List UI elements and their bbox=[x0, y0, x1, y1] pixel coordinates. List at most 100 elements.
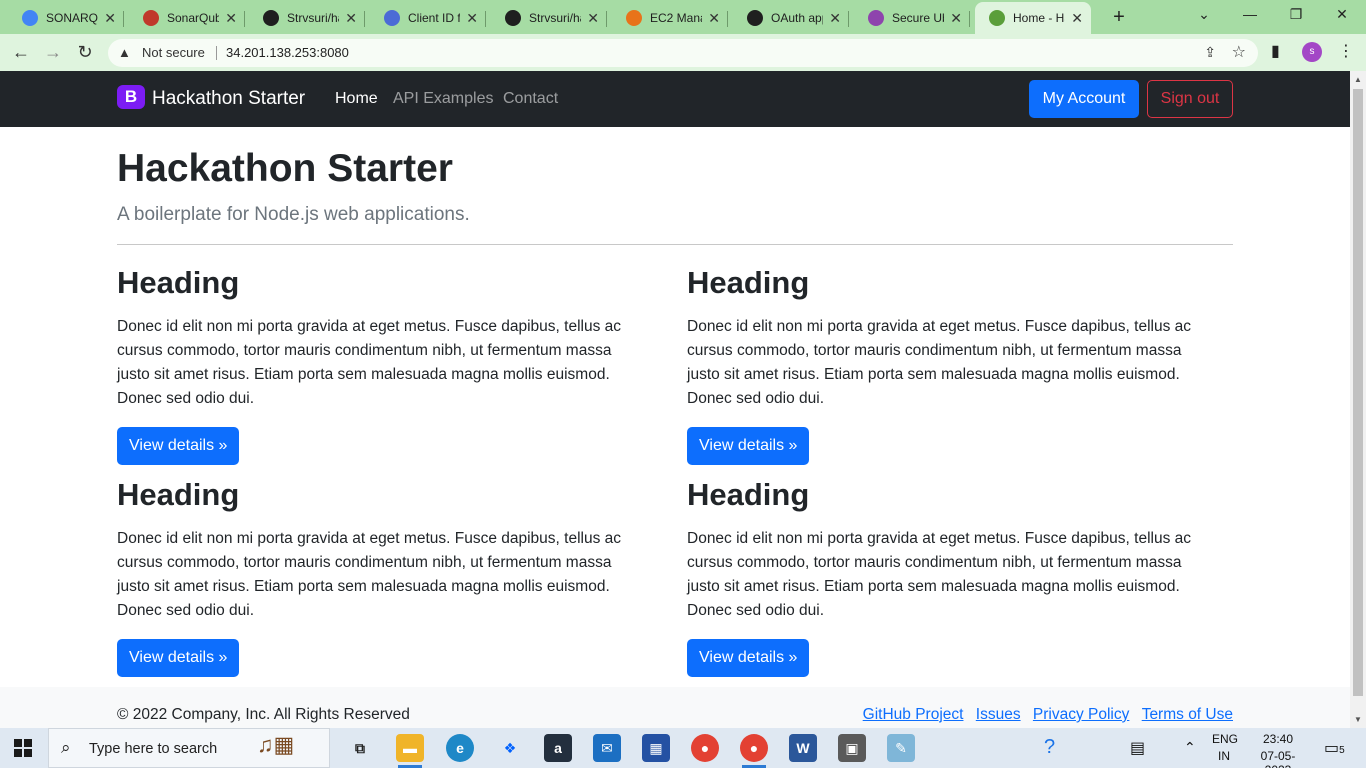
footer-link-issues[interactable]: Issues bbox=[976, 706, 1021, 723]
node-icon bbox=[989, 10, 1005, 26]
tray-chevron-icon[interactable]: ⌃ bbox=[1184, 739, 1196, 768]
task-view-icon[interactable]: ⧉ bbox=[346, 734, 374, 762]
word-icon[interactable]: W bbox=[789, 734, 817, 762]
close-tab-icon[interactable]: ✕ bbox=[1071, 10, 1083, 27]
view-details-button[interactable]: View details » bbox=[687, 427, 810, 465]
sonarqube-icon bbox=[143, 10, 159, 26]
taskbar-search-box[interactable]: ⌕ Type here to search ♫▦ bbox=[48, 728, 330, 768]
share-icon[interactable]: ⇪ bbox=[1204, 44, 1216, 61]
language-indicator[interactable]: ENG IN bbox=[1212, 732, 1238, 768]
not-secure-label[interactable]: Not secure bbox=[142, 45, 205, 60]
dropbox-icon[interactable]: ❖ bbox=[496, 734, 524, 762]
scroll-up-icon[interactable]: ▲ bbox=[1354, 75, 1362, 84]
browser-tab[interactable]: Secure Ubuntu ✕ bbox=[854, 2, 970, 34]
browser-tab[interactable]: SonarQube ✕ bbox=[129, 2, 245, 34]
close-tab-icon[interactable]: ✕ bbox=[466, 10, 478, 27]
close-tab-icon[interactable]: ✕ bbox=[829, 10, 841, 27]
nav-link-contact[interactable]: Contact bbox=[503, 90, 558, 108]
warning-icon[interactable]: ▲ bbox=[118, 45, 131, 60]
tab-separator bbox=[364, 11, 365, 27]
nav-link-api-examples[interactable]: API Examples bbox=[393, 90, 493, 108]
search-placeholder[interactable]: Type here to search bbox=[89, 741, 217, 757]
close-tab-icon[interactable]: ✕ bbox=[587, 10, 599, 27]
notification-icon[interactable]: ▭5 bbox=[1324, 738, 1345, 768]
sign-out-button[interactable]: Sign out bbox=[1147, 80, 1233, 118]
clock-time[interactable]: 23:40 bbox=[1248, 732, 1308, 746]
browser-tab[interactable]: Home - Hackathon ✕ bbox=[975, 2, 1091, 34]
tab-title[interactable]: Home - Hackathon bbox=[1013, 11, 1065, 25]
view-details-button[interactable]: View details » bbox=[117, 427, 240, 465]
url-text[interactable]: 34.201.138.253:8080 bbox=[226, 45, 349, 60]
footer-link-github[interactable]: GitHub Project bbox=[863, 706, 964, 723]
terminal-icon[interactable]: ▣ bbox=[838, 734, 866, 762]
windows-start-icon[interactable] bbox=[14, 739, 32, 757]
tab-title[interactable]: SonarQube bbox=[167, 11, 219, 25]
tab-separator bbox=[485, 11, 486, 27]
tab-title[interactable]: Secure Ubuntu bbox=[892, 11, 944, 25]
address-bar[interactable]: ▲ Not secure 34.201.138.253:8080 ⇪ ☆ bbox=[108, 39, 1258, 67]
bookmark-star-icon[interactable]: ☆ bbox=[1232, 42, 1246, 62]
tab-title[interactable]: Strvsuri/hackathon bbox=[529, 11, 581, 25]
chrome-icon[interactable]: ● bbox=[691, 734, 719, 762]
footer-link-terms[interactable]: Terms of Use bbox=[1142, 706, 1233, 723]
page-scrollbar[interactable]: ▲ ▼ bbox=[1350, 71, 1366, 728]
page-title: Hackathon Starter bbox=[117, 147, 453, 190]
minimize-button[interactable]: — bbox=[1240, 6, 1260, 22]
amazon-icon[interactable]: a bbox=[544, 734, 572, 762]
nav-link-home[interactable]: Home bbox=[335, 90, 378, 108]
tab-title[interactable]: Client ID for bbox=[408, 11, 460, 25]
windows-taskbar: ⌕ Type here to search ♫▦ ⧉ ▬ e ❖ a ✉ ▦ ●… bbox=[0, 728, 1366, 768]
close-tab-icon[interactable]: ✕ bbox=[950, 10, 962, 27]
clock[interactable]: 23:40 07-05-2023 bbox=[1248, 732, 1308, 768]
new-tab-button[interactable]: + bbox=[1108, 6, 1130, 29]
scroll-thumb[interactable] bbox=[1353, 89, 1363, 696]
profile-avatar[interactable]: s bbox=[1302, 42, 1322, 62]
region-code[interactable]: IN bbox=[1218, 749, 1238, 763]
close-tab-icon[interactable]: ✕ bbox=[708, 10, 720, 27]
chrome-profile-icon[interactable]: ● bbox=[740, 734, 768, 768]
side-panel-icon[interactable]: ▮ bbox=[1271, 41, 1280, 61]
reload-icon[interactable]: ↻ bbox=[74, 41, 96, 63]
edge-icon[interactable]: e bbox=[446, 734, 474, 762]
close-window-button[interactable]: ✕ bbox=[1332, 6, 1352, 23]
browser-tab[interactable]: OAuth apps ✕ bbox=[733, 2, 849, 34]
forward-arrow-icon[interactable]: → bbox=[42, 41, 64, 63]
tab-search-button[interactable]: ⌄ bbox=[1194, 6, 1214, 23]
card-body: Donec id elit non mi porta gravida at eg… bbox=[687, 530, 1192, 619]
tab-title[interactable]: OAuth apps bbox=[771, 11, 823, 25]
notepad-icon[interactable]: ✎ bbox=[887, 734, 915, 762]
back-arrow-icon[interactable]: ← bbox=[10, 41, 32, 63]
bootstrap-logo-icon[interactable]: B bbox=[117, 85, 145, 109]
view-details-button[interactable]: View details » bbox=[687, 639, 810, 677]
card-body: Donec id elit non mi porta gravida at eg… bbox=[117, 318, 622, 407]
language-code[interactable]: ENG bbox=[1212, 732, 1238, 746]
tab-title[interactable]: Strvsuri/hackathon bbox=[287, 11, 339, 25]
tab-title[interactable]: SONARQUBE bbox=[46, 11, 98, 25]
browser-tab[interactable]: EC2 Management ✕ bbox=[612, 2, 728, 34]
browser-tab[interactable]: Strvsuri/hackathon ✕ bbox=[249, 2, 365, 34]
brand-name[interactable]: Hackathon Starter bbox=[152, 88, 305, 110]
close-tab-icon[interactable]: ✕ bbox=[225, 10, 237, 27]
browser-tab[interactable]: SONARQUBE ✕ bbox=[8, 2, 124, 34]
close-tab-icon[interactable]: ✕ bbox=[104, 10, 116, 27]
clock-date[interactable]: 07-05-2023 bbox=[1248, 749, 1308, 768]
scroll-down-icon[interactable]: ▼ bbox=[1354, 715, 1362, 724]
browser-tab[interactable]: Client ID for ✕ bbox=[370, 2, 486, 34]
secure-icon bbox=[868, 10, 884, 26]
input-indicator-icon[interactable]: ▤ bbox=[1130, 738, 1145, 768]
store-icon[interactable]: ▦ bbox=[642, 734, 670, 762]
restore-button[interactable]: ❐ bbox=[1286, 6, 1306, 23]
kebab-menu-icon[interactable]: ⋮ bbox=[1338, 41, 1354, 61]
tab-separator bbox=[123, 11, 124, 27]
view-details-button[interactable]: View details » bbox=[117, 639, 240, 677]
copyright-text: © 2022 Company, Inc. All Rights Reserved bbox=[117, 706, 410, 723]
tab-title[interactable]: EC2 Management bbox=[650, 11, 702, 25]
close-tab-icon[interactable]: ✕ bbox=[345, 10, 357, 27]
github-icon bbox=[747, 10, 763, 26]
browser-tab[interactable]: Strvsuri/hackathon ✕ bbox=[491, 2, 607, 34]
footer-link-privacy[interactable]: Privacy Policy bbox=[1033, 706, 1129, 723]
help-icon[interactable]: ? bbox=[1044, 736, 1055, 768]
mail-icon[interactable]: ✉ bbox=[593, 734, 621, 762]
file-explorer-icon[interactable]: ▬ bbox=[396, 734, 424, 768]
my-account-button[interactable]: My Account bbox=[1029, 80, 1139, 118]
